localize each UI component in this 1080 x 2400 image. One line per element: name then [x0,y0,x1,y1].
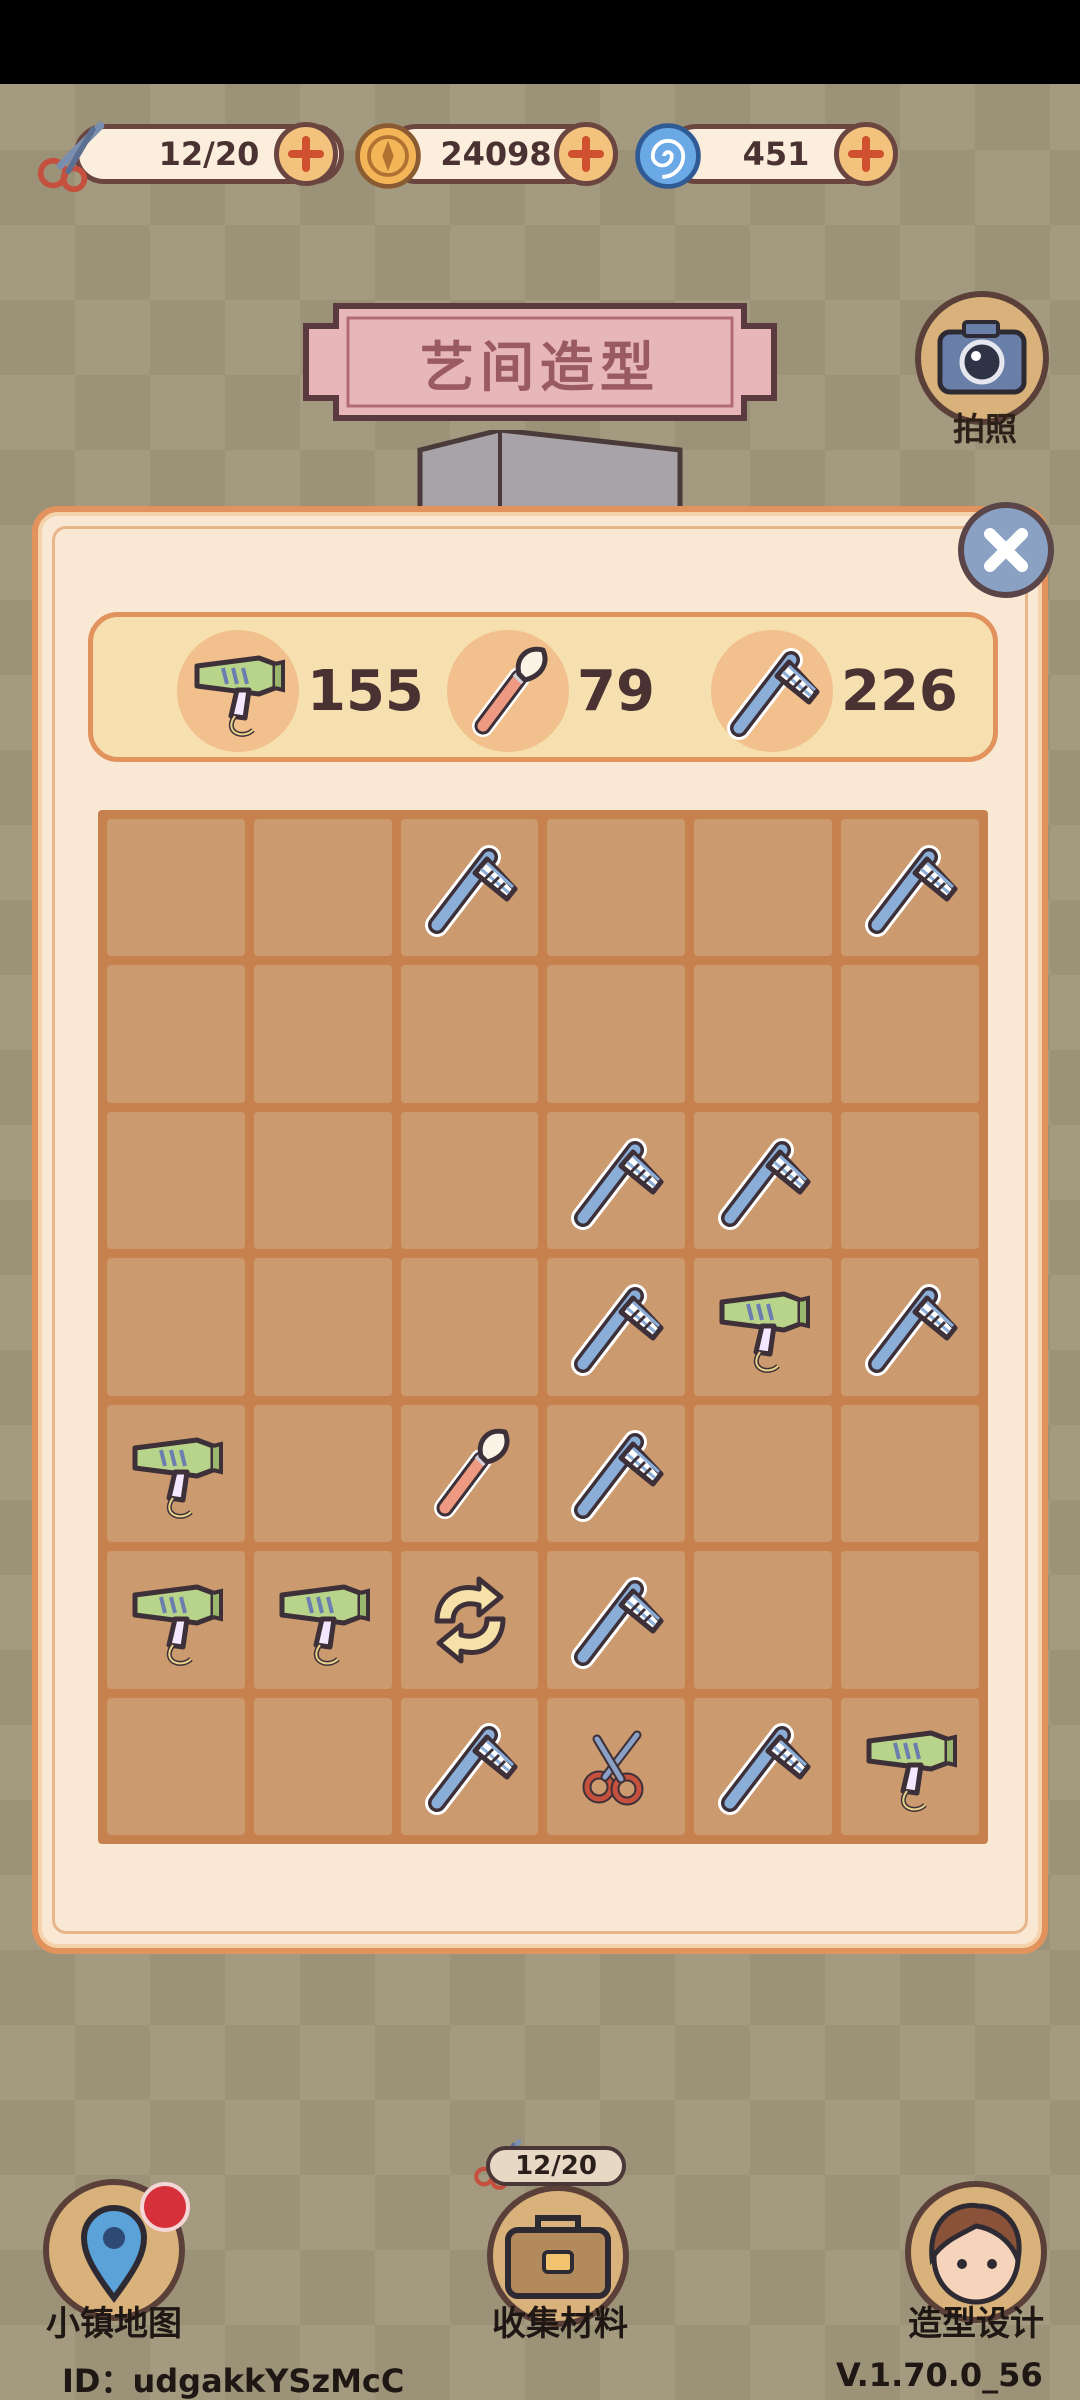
status-bar [0,0,1080,84]
board-cell[interactable] [841,1258,979,1396]
board-cell[interactable] [547,819,686,957]
player-id: ID：udgakkYSzMcC [62,2362,405,2400]
comb-icon[interactable] [708,1711,818,1821]
page-title: 艺间造型 [420,334,660,399]
plus-icon [848,136,884,172]
hairdryer-icon [177,630,299,752]
plus-icon [568,136,604,172]
board-cell[interactable] [107,1111,245,1250]
gem-counter: 451 [630,118,900,190]
board-cell[interactable] [253,1111,392,1250]
board-cell[interactable] [107,1551,245,1689]
comb-count: 226 [711,629,958,753]
board-cell[interactable] [107,819,245,957]
title-plaque: 艺间造型 [296,296,784,428]
board-cell[interactable] [400,965,539,1103]
comb-icon[interactable] [561,1418,671,1528]
board-cell[interactable] [107,1697,245,1835]
board-cell[interactable] [253,1697,392,1835]
swirl-gem-icon [635,123,701,189]
coin-icon [355,123,421,189]
refresh-icon[interactable] [415,1565,525,1675]
collect-materials-label: 收集材料 [492,2304,628,2344]
comb-icon[interactable] [561,1272,671,1382]
hairdryer-icon[interactable] [708,1272,818,1382]
board-cell[interactable] [841,819,979,957]
board-cell[interactable] [547,1258,686,1396]
board-cell[interactable] [694,1258,833,1396]
add-energy-button[interactable] [274,122,338,186]
comb-count-value: 226 [841,658,958,724]
camera-label: 拍照 [952,410,1017,448]
close-button[interactable] [958,502,1054,598]
scissors-icon[interactable] [561,1711,671,1821]
board-cell[interactable] [694,965,833,1103]
board-cell[interactable] [253,1551,392,1689]
board-cell[interactable] [547,965,686,1103]
board-cell[interactable] [694,1111,833,1250]
coin-counter: 24098 [350,118,620,190]
hairdryer-count: 155 [177,629,424,753]
add-gems-button[interactable] [834,122,898,186]
material-counts: 155 79 226 [88,612,998,762]
hairdryer-icon[interactable] [268,1565,378,1675]
brush-icon [447,630,569,752]
board-cell[interactable] [547,1697,686,1835]
board-cell[interactable] [841,1551,979,1689]
board-cell[interactable] [841,1697,979,1835]
board-cell[interactable] [253,1404,392,1543]
plus-icon [288,136,324,172]
board-cell[interactable] [694,1697,833,1835]
version-label: V.1.70.0_56 [836,2356,1043,2394]
board-cell[interactable] [253,819,392,957]
board-cell[interactable] [400,1697,539,1835]
comb-icon[interactable] [708,1126,818,1236]
board-cell[interactable] [841,1111,979,1250]
style-design-label: 造型设计 [908,2304,1044,2344]
hairdryer-icon[interactable] [855,1711,965,1821]
comb-icon[interactable] [561,1126,671,1236]
board-cell[interactable] [107,1404,245,1543]
board-cell[interactable] [107,1258,245,1396]
board-cell[interactable] [400,1404,539,1543]
hairdryer-icon[interactable] [121,1418,231,1528]
comb-icon[interactable] [855,1272,965,1382]
brush-count: 79 [447,629,655,753]
board-cell[interactable] [694,1551,833,1689]
board-cell[interactable] [841,965,979,1103]
collect-counter: 12/20 [486,2146,626,2186]
hairdryer-count-value: 155 [307,658,424,724]
board-cell[interactable] [253,965,392,1103]
comb-icon [711,630,833,752]
comb-icon[interactable] [415,833,525,943]
board-cell[interactable] [547,1551,686,1689]
brush-icon[interactable] [415,1418,525,1528]
board-cell[interactable] [694,1404,833,1543]
merge-board [98,810,988,1844]
comb-icon[interactable] [415,1711,525,1821]
board-cell[interactable] [841,1404,979,1543]
board-cell[interactable] [253,1258,392,1396]
board-cell[interactable] [400,1111,539,1250]
board-cell[interactable] [107,965,245,1103]
hairdryer-icon[interactable] [121,1565,231,1675]
energy-counter: 12/20 [34,118,354,193]
scissors-icon [37,121,105,193]
comb-icon[interactable] [561,1565,671,1675]
notification-badge [140,2182,190,2232]
add-coins-button[interactable] [554,122,618,186]
close-icon [984,528,1028,572]
board-cell[interactable] [400,1551,539,1689]
comb-icon[interactable] [855,833,965,943]
board-cell[interactable] [400,1258,539,1396]
town-map-label: 小镇地图 [46,2304,182,2344]
board-cell[interactable] [694,819,833,957]
board-cell[interactable] [547,1404,686,1543]
brush-count-value: 79 [577,658,655,724]
board-cell[interactable] [547,1111,686,1250]
board-cell[interactable] [400,819,539,957]
